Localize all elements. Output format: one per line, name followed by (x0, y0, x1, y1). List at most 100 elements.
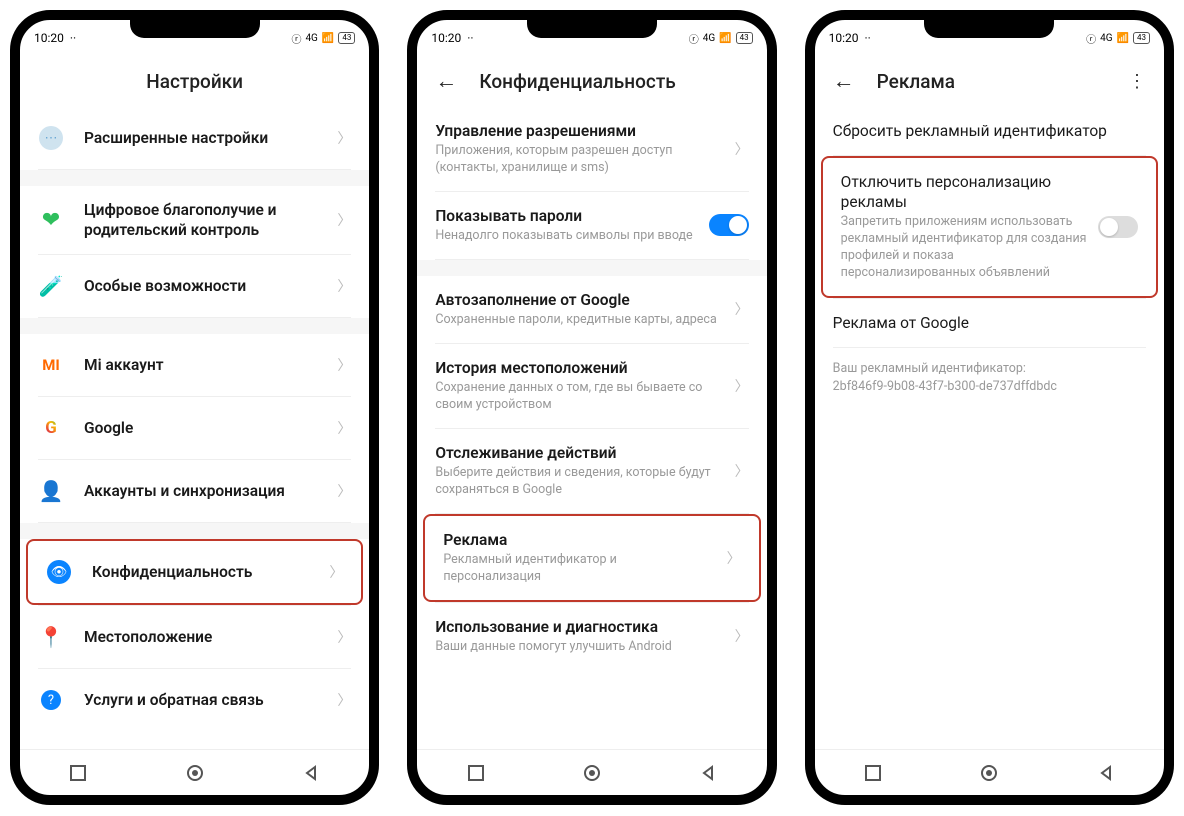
status-time: 10:20 (34, 31, 64, 45)
page-title: Конфиденциальность (479, 70, 675, 93)
row-title: История местоположений (435, 358, 724, 378)
chevron-right-icon: 〉 (337, 690, 351, 710)
ads-list[interactable]: Сбросить рекламный идентификатор Отключи… (815, 107, 1164, 749)
network-icon: 4G (703, 33, 715, 44)
mi-logo-icon: MI (42, 356, 60, 374)
phone-ads: 10:20 ·· ⓡ 4G 📶 43 ← Реклама ⋮ Сбросить … (805, 10, 1174, 805)
nav-recents[interactable] (861, 761, 885, 785)
page-title: Настройки (146, 70, 243, 93)
chevron-right-icon: 〉 (727, 548, 741, 568)
row-diagnostics[interactable]: Использование и диагностика Ваши данные … (417, 603, 766, 670)
row-accessibility[interactable]: 🧪 Особые возможности 〉 (20, 255, 369, 317)
row-subtitle: Сохраненные пароли, кредитные карты, адр… (435, 312, 724, 329)
row-permissions[interactable]: Управление разрешениями Приложения, кото… (417, 107, 766, 191)
row-subtitle: Рекламный идентификатор и персонализация (443, 552, 716, 586)
status-dots: ·· (865, 31, 871, 45)
page-title: Реклама (877, 70, 955, 93)
row-title: Управление разрешениями (435, 121, 724, 141)
chevron-right-icon: 〉 (337, 210, 351, 230)
row-title: Реклама (443, 530, 716, 550)
row-show-passwords[interactable]: Показывать пароли Ненадолго показывать с… (417, 192, 766, 259)
row-subtitle: Ненадолго показывать символы при вводе (435, 228, 698, 245)
notch (527, 18, 657, 38)
row-title: Отключить персонализацию рекламы (841, 172, 1088, 212)
r-icon: ⓡ (291, 31, 301, 46)
nav-recents[interactable] (66, 761, 90, 785)
signal-icon: 📶 (1117, 33, 1129, 44)
google-logo-icon: G (45, 418, 57, 438)
row-title: Использование и диагностика (435, 617, 724, 637)
row-mi-account[interactable]: MI Mi аккаунт 〉 (20, 334, 369, 396)
highlight-ads: Реклама Рекламный идентификатор и персон… (423, 514, 760, 602)
row-subtitle: Запретить приложениям использовать рекла… (841, 214, 1088, 282)
phone-privacy: 10:20 ·· ⓡ 4G 📶 43 ← Конфиденциальность … (407, 10, 776, 805)
chevron-right-icon: 〉 (337, 276, 351, 296)
row-reset-ad-id[interactable]: Сбросить рекламный идентификатор (815, 107, 1164, 155)
chevron-right-icon: 〉 (735, 299, 749, 319)
row-title: Автозаполнение от Google (435, 290, 724, 310)
row-privacy[interactable]: 👁 Конфиденциальность 〉 (28, 541, 361, 603)
highlight-privacy: 👁 Конфиденциальность 〉 (26, 539, 363, 605)
screen-header: Настройки (20, 52, 369, 107)
back-button[interactable]: ← (435, 71, 457, 93)
group-gap (20, 170, 369, 186)
row-location-history[interactable]: История местоположений Сохранение данных… (417, 344, 766, 428)
screen-header: ← Реклама ⋮ (815, 52, 1164, 107)
row-label: Цифровое благополучие и родительский кон… (84, 200, 327, 240)
row-google-ads[interactable]: Реклама от Google (815, 299, 1164, 347)
status-dots: ·· (467, 31, 473, 45)
row-subtitle: Приложения, которым разрешен доступ (кон… (435, 143, 724, 177)
row-disable-personalization[interactable]: Отключить персонализацию рекламы Запрети… (823, 158, 1156, 296)
toggle-disable-personalization[interactable] (1098, 216, 1138, 238)
group-gap (20, 523, 369, 539)
nav-back[interactable] (696, 761, 720, 785)
overflow-menu-button[interactable]: ⋮ (1128, 71, 1146, 92)
row-title: Реклама от Google (833, 313, 1146, 333)
row-label: Особые возможности (84, 276, 327, 296)
row-accounts-sync[interactable]: 👤 Аккаунты и синхронизация 〉 (20, 460, 369, 522)
settings-list[interactable]: ⋯ Расширенные настройки 〉 ❤ Цифровое бла… (20, 107, 369, 749)
nav-back[interactable] (1094, 761, 1118, 785)
group-gap (417, 260, 766, 276)
question-icon: ? (41, 690, 61, 710)
chevron-right-icon: 〉 (337, 128, 351, 148)
row-label: Услуги и обратная связь (84, 690, 327, 710)
row-advanced-settings[interactable]: ⋯ Расширенные настройки 〉 (20, 107, 369, 169)
chevron-right-icon: 〉 (337, 418, 351, 438)
nav-home[interactable] (580, 761, 604, 785)
toggle-show-passwords[interactable] (709, 214, 749, 236)
wellbeing-icon: ❤ (42, 208, 60, 233)
back-button[interactable]: ← (833, 71, 855, 93)
nav-home[interactable] (977, 761, 1001, 785)
phone-settings: 10:20 ·· ⓡ 4G 📶 43 Настройки ⋯ Расширенн… (10, 10, 379, 805)
status-time: 10:20 (431, 31, 461, 45)
privacy-list[interactable]: Управление разрешениями Приложения, кото… (417, 107, 766, 749)
chevron-right-icon: 〉 (329, 562, 343, 582)
person-icon: 👤 (39, 479, 64, 503)
chevron-right-icon: 〉 (735, 376, 749, 396)
row-subtitle: Ваши данные помогут улучшить Android (435, 639, 724, 656)
row-feedback[interactable]: ? Услуги и обратная связь 〉 (20, 669, 369, 731)
battery-icon: 43 (736, 32, 753, 44)
row-title: Отслеживание действий (435, 443, 724, 463)
row-title: Показывать пароли (435, 206, 698, 226)
eye-icon: 👁 (47, 560, 71, 584)
nav-back[interactable] (299, 761, 323, 785)
row-label: Расширенные настройки (84, 128, 327, 148)
row-subtitle: Сохранение данных о том, где вы бываете … (435, 380, 724, 414)
network-icon: 4G (1100, 33, 1112, 44)
screen-header: ← Конфиденциальность (417, 52, 766, 107)
row-activity-tracking[interactable]: Отслеживание действий Выберите действия … (417, 429, 766, 513)
chevron-right-icon: 〉 (735, 139, 749, 159)
nav-recents[interactable] (464, 761, 488, 785)
row-wellbeing[interactable]: ❤ Цифровое благополучие и родительский к… (20, 186, 369, 254)
row-location[interactable]: 📍 Местоположение 〉 (20, 606, 369, 668)
row-label: Местоположение (84, 627, 327, 647)
r-icon: ⓡ (689, 31, 699, 46)
row-google[interactable]: G Google 〉 (20, 397, 369, 459)
nav-home[interactable] (183, 761, 207, 785)
row-ads[interactable]: Реклама Рекламный идентификатор и персон… (425, 516, 758, 600)
row-autofill[interactable]: Автозаполнение от Google Сохраненные пар… (417, 276, 766, 343)
dots-icon: ⋯ (39, 126, 63, 150)
battery-icon: 43 (1133, 32, 1150, 44)
